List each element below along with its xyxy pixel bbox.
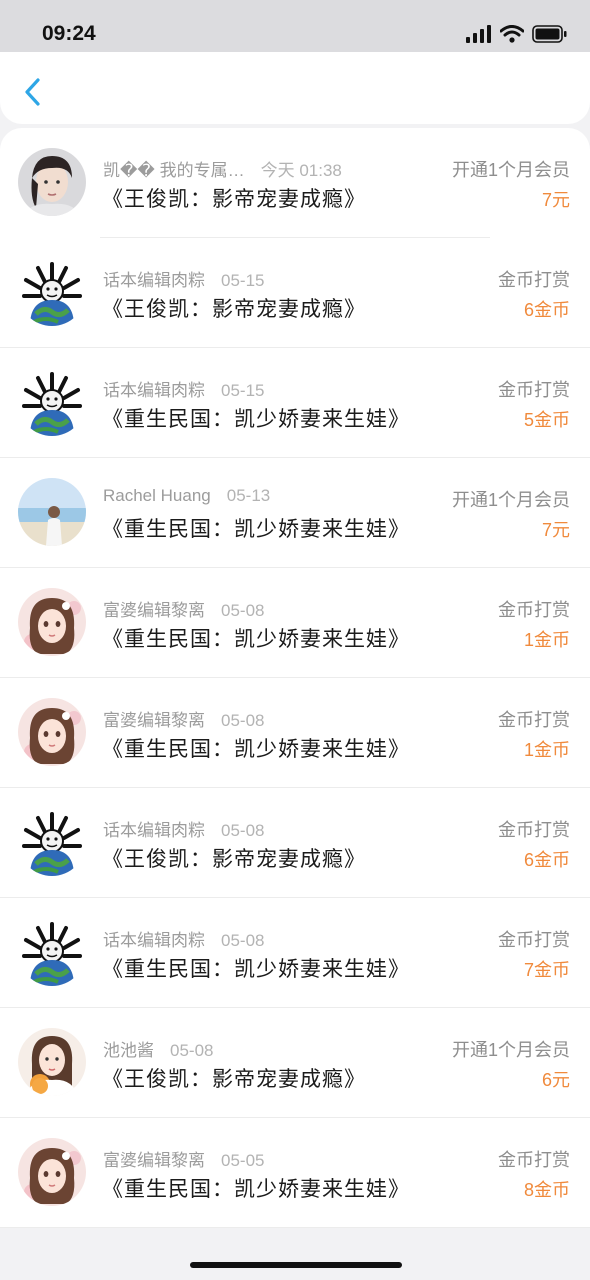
record-type: 金币打赏: [498, 710, 570, 730]
signal-icon: [466, 25, 491, 43]
record-type: 金币打赏: [498, 270, 570, 290]
record-type: 金币打赏: [498, 820, 570, 840]
record-row[interactable]: 池池酱 05-08 《王俊凯：影帝宠妻成瘾》 开通1个月会员 6元: [0, 1008, 590, 1118]
status-icons: [466, 24, 568, 44]
record-meta: 话本编辑肉粽 05-15: [103, 266, 264, 291]
user-name: 池池酱: [103, 1041, 154, 1060]
status-bar: 09:24: [0, 0, 590, 52]
record-row[interactable]: 富婆编辑黎离 05-08 《重生民国：凯少娇妻来生娃》 金币打赏 1金币: [0, 568, 590, 678]
avatar[interactable]: [18, 258, 86, 326]
record-type: 开通1个月会员: [451, 490, 570, 510]
book-title[interactable]: 《重生民国：凯少娇妻来生娃》: [102, 513, 410, 543]
avatar[interactable]: [18, 1028, 86, 1096]
back-button[interactable]: [18, 74, 48, 110]
avatar[interactable]: [18, 1138, 86, 1206]
record-date: 05-13: [226, 486, 271, 505]
record-date: 05-08: [221, 821, 265, 840]
book-title[interactable]: 《重生民国：凯少娇妻来生娃》: [102, 403, 410, 433]
record-row[interactable]: 话本编辑肉粽 05-15 《重生民国：凯少娇妻来生娃》 金币打赏 5金币: [0, 348, 590, 458]
record-type: 开通1个月会员: [451, 160, 570, 180]
record-meta: 富婆编辑黎离 05-05: [103, 1146, 264, 1171]
avatar[interactable]: [18, 588, 86, 656]
record-amount: 7元: [541, 190, 570, 210]
record-meta: 话本编辑肉粽 05-08: [103, 926, 264, 951]
book-title[interactable]: 《重生民国：凯少娇妻来生娃》: [102, 953, 410, 983]
record-meta: 池池酱 05-08: [103, 1036, 213, 1061]
record-list: 凯�� 我的专属… 今天 01:38 《王俊凯：影帝宠妻成瘾》 开通1个月会员 7…: [0, 128, 590, 1228]
book-title[interactable]: 《王俊凯：影帝宠妻成瘾》: [102, 1063, 366, 1093]
record-amount: 6金币: [523, 300, 570, 320]
record-date: 05-15: [221, 271, 265, 290]
record-date: 05-08: [221, 601, 265, 620]
nav-bar: [0, 52, 590, 124]
record-type: 金币打赏: [498, 600, 570, 620]
avatar[interactable]: [18, 368, 86, 436]
user-name: 话本编辑肉粽: [103, 271, 205, 290]
record-amount: 5金币: [523, 410, 570, 430]
record-meta: 话本编辑肉粽 05-08: [103, 816, 264, 841]
record-meta: Rachel Huang 05-13: [103, 486, 270, 506]
home-indicator[interactable]: [190, 1262, 402, 1268]
book-title[interactable]: 《重生民国：凯少娇妻来生娃》: [102, 623, 410, 653]
chevron-left-icon: [25, 78, 40, 106]
avatar[interactable]: [18, 808, 86, 876]
record-amount: 8金币: [523, 1180, 570, 1200]
record-row[interactable]: Rachel Huang 05-13 《重生民国：凯少娇妻来生娃》 开通1个月会员…: [0, 458, 590, 568]
wifi-icon: [500, 25, 524, 43]
record-row[interactable]: 话本编辑肉粽 05-08 《重生民国：凯少娇妻来生娃》 金币打赏 7金币: [0, 898, 590, 1008]
book-title[interactable]: 《王俊凯：影帝宠妻成瘾》: [102, 843, 366, 873]
bottom-area: [0, 1228, 590, 1280]
book-title[interactable]: 《重生民国：凯少娇妻来生娃》: [102, 1173, 410, 1203]
user-name: 富婆编辑黎离: [103, 1151, 205, 1170]
avatar[interactable]: [18, 148, 86, 216]
book-title[interactable]: 《王俊凯：影帝宠妻成瘾》: [102, 293, 366, 323]
user-name: 话本编辑肉粽: [103, 821, 205, 840]
book-title[interactable]: 《重生民国：凯少娇妻来生娃》: [102, 733, 410, 763]
status-time: 09:24: [42, 22, 96, 45]
record-date: 05-05: [221, 1151, 265, 1170]
record-date: 05-08: [221, 931, 265, 950]
record-amount: 6金币: [523, 850, 570, 870]
user-name: Rachel Huang: [103, 486, 211, 505]
record-date: 05-15: [221, 381, 265, 400]
user-name: 话本编辑肉粽: [103, 931, 205, 950]
record-meta: 富婆编辑黎离 05-08: [103, 706, 264, 731]
record-meta: 凯�� 我的专属… 今天 01:38: [103, 156, 342, 181]
record-date: 今天 01:38: [260, 161, 342, 180]
record-row[interactable]: 话本编辑肉粽 05-08 《王俊凯：影帝宠妻成瘾》 金币打赏 6金币: [0, 788, 590, 898]
record-date: 05-08: [221, 711, 265, 730]
avatar[interactable]: [18, 918, 86, 986]
record-amount: 7金币: [523, 960, 570, 980]
record-meta: 富婆编辑黎离 05-08: [103, 596, 264, 621]
user-name: 富婆编辑黎离: [103, 601, 205, 620]
record-amount: 1金币: [523, 630, 570, 650]
record-amount: 1金币: [523, 740, 570, 760]
record-type: 金币打赏: [498, 380, 570, 400]
record-row[interactable]: 话本编辑肉粽 05-15 《王俊凯：影帝宠妻成瘾》 金币打赏 6金币: [0, 238, 590, 348]
avatar[interactable]: [18, 698, 86, 766]
record-row[interactable]: 富婆编辑黎离 05-08 《重生民国：凯少娇妻来生娃》 金币打赏 1金币: [0, 678, 590, 788]
user-name: 富婆编辑黎离: [103, 711, 205, 730]
record-date: 05-08: [170, 1041, 214, 1060]
record-amount: 6元: [541, 1070, 570, 1090]
user-name: 话本编辑肉粽: [103, 381, 205, 400]
record-row[interactable]: 富婆编辑黎离 05-05 《重生民国：凯少娇妻来生娃》 金币打赏 8金币: [0, 1118, 590, 1228]
book-title[interactable]: 《王俊凯：影帝宠妻成瘾》: [102, 183, 366, 213]
record-type: 金币打赏: [498, 1150, 570, 1170]
battery-icon: [532, 25, 567, 43]
user-name: 凯�� 我的专属…: [103, 161, 245, 180]
record-amount: 7元: [541, 520, 570, 540]
record-meta: 话本编辑肉粽 05-15: [103, 376, 264, 401]
record-type: 开通1个月会员: [451, 1040, 570, 1060]
record-row[interactable]: 凯�� 我的专属… 今天 01:38 《王俊凯：影帝宠妻成瘾》 开通1个月会员 7…: [0, 128, 590, 238]
record-type: 金币打赏: [498, 930, 570, 950]
avatar[interactable]: [18, 478, 86, 546]
